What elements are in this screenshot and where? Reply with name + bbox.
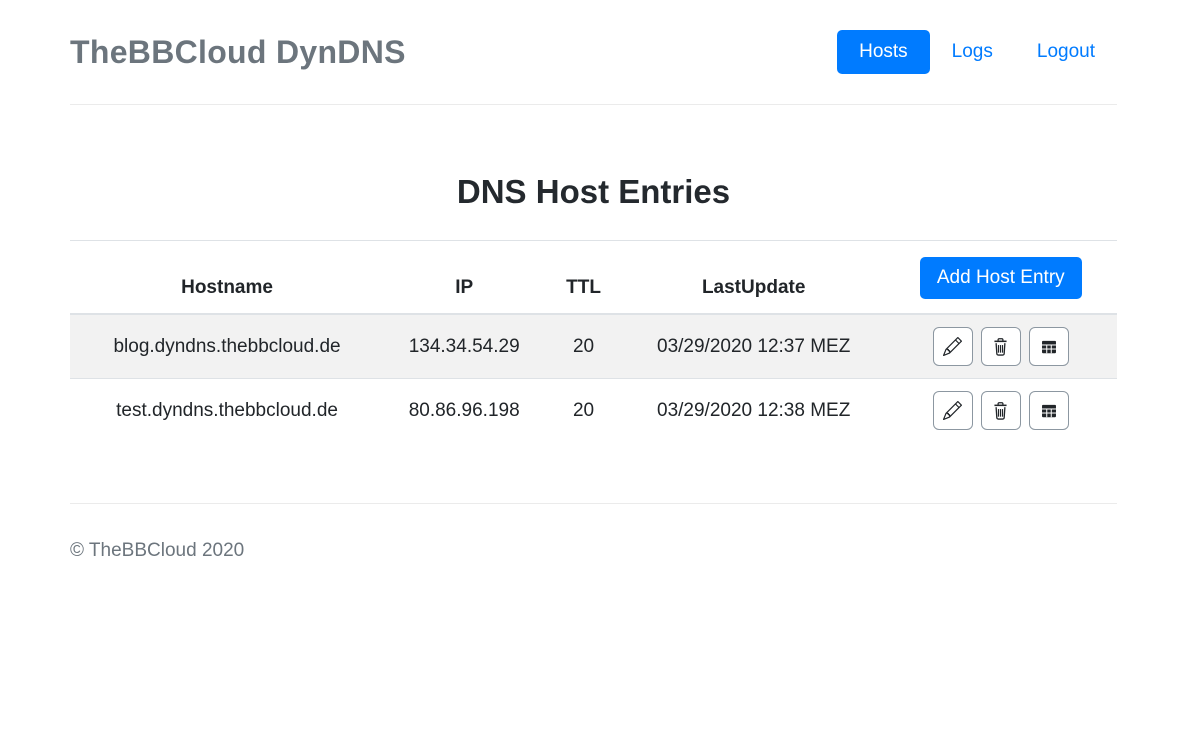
actions-cell xyxy=(885,379,1117,443)
table-button[interactable] xyxy=(1029,391,1069,430)
delete-button[interactable] xyxy=(981,327,1021,366)
row-action-group xyxy=(897,391,1105,430)
ttl-cell: 20 xyxy=(544,379,623,443)
dns-host-table: Hostname IP TTL LastUpdate Add Host Entr… xyxy=(70,240,1117,442)
main-content: DNS Host Entries Hostname IP TTL LastUpd… xyxy=(70,173,1117,442)
table-grid-icon xyxy=(1040,338,1058,356)
actions-cell xyxy=(885,314,1117,379)
nav-link-logout[interactable]: Logout xyxy=(1015,30,1117,74)
lastupdate-cell: 03/29/2020 12:37 MEZ xyxy=(623,314,885,379)
delete-button[interactable] xyxy=(981,391,1021,430)
nav-link-logs[interactable]: Logs xyxy=(930,30,1015,74)
lastupdate-cell: 03/29/2020 12:38 MEZ xyxy=(623,379,885,443)
page-title: DNS Host Entries xyxy=(70,173,1117,211)
table-header: Hostname IP TTL LastUpdate Add Host Entr… xyxy=(70,241,1117,315)
ttl-cell: 20 xyxy=(544,314,623,379)
edit-button[interactable] xyxy=(933,391,973,430)
page-header: TheBBCloud DynDNS Hosts Logs Logout xyxy=(70,0,1117,105)
table-row: test.dyndns.thebbcloud.de 80.86.96.198 2… xyxy=(70,379,1117,443)
column-header-hostname: Hostname xyxy=(70,241,384,315)
main-nav: Hosts Logs Logout xyxy=(837,30,1117,74)
column-header-lastupdate: LastUpdate xyxy=(623,241,885,315)
copyright-text: © TheBBCloud 2020 xyxy=(70,540,244,561)
page-container: TheBBCloud DynDNS Hosts Logs Logout DNS … xyxy=(70,0,1117,622)
column-header-ip: IP xyxy=(384,241,544,315)
ip-cell: 134.34.54.29 xyxy=(384,314,544,379)
nav-tab-hosts[interactable]: Hosts xyxy=(837,30,930,74)
pencil-icon xyxy=(943,401,962,420)
trash-icon xyxy=(991,337,1010,356)
table-body: blog.dyndns.thebbcloud.de 134.34.54.29 2… xyxy=(70,314,1117,442)
column-header-actions: Add Host Entry xyxy=(885,241,1117,315)
table-grid-icon xyxy=(1040,402,1058,420)
column-header-ttl: TTL xyxy=(544,241,623,315)
table-button[interactable] xyxy=(1029,327,1069,366)
table-header-row: Hostname IP TTL LastUpdate Add Host Entr… xyxy=(70,241,1117,315)
ip-cell: 80.86.96.198 xyxy=(384,379,544,443)
row-action-group xyxy=(897,327,1105,366)
trash-icon xyxy=(991,401,1010,420)
edit-button[interactable] xyxy=(933,327,973,366)
brand-title: TheBBCloud DynDNS xyxy=(70,34,406,71)
page-footer: © TheBBCloud 2020 xyxy=(70,503,1117,622)
hostname-cell: test.dyndns.thebbcloud.de xyxy=(70,379,384,443)
hostname-cell: blog.dyndns.thebbcloud.de xyxy=(70,314,384,379)
table-row: blog.dyndns.thebbcloud.de 134.34.54.29 2… xyxy=(70,314,1117,379)
add-host-entry-button[interactable]: Add Host Entry xyxy=(920,257,1082,299)
pencil-icon xyxy=(943,337,962,356)
